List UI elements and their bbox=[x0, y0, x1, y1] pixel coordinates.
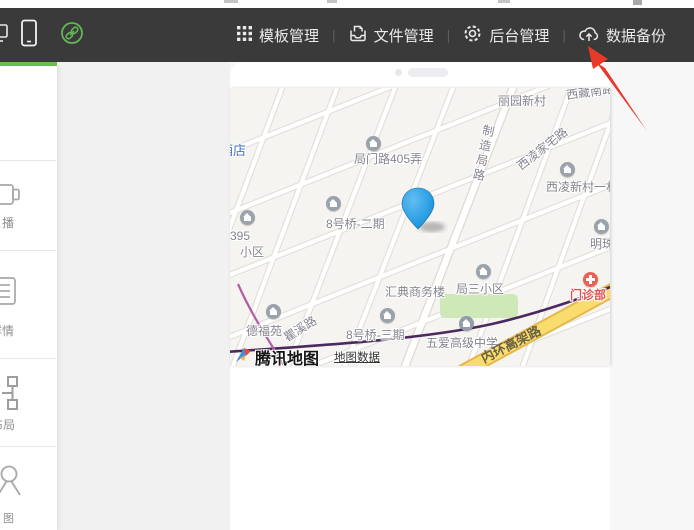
monitor-icon[interactable] bbox=[0, 22, 8, 49]
toolbar-menu: 模板管理 | 文件管理 | bbox=[237, 8, 666, 62]
map-label: 8号桥-三期 bbox=[346, 326, 405, 343]
menu-item-backend-management[interactable]: 后台管理 bbox=[463, 24, 549, 47]
sidebar-item-map[interactable]: 图 bbox=[0, 446, 56, 530]
building-icon bbox=[266, 304, 281, 319]
map-pin-icon bbox=[0, 464, 24, 503]
phone-preview: 丽园新村 西藏南路 酒店 局门路405弄 制造局路 西凌家宅路 西凌新村一村 明… bbox=[230, 62, 610, 530]
building-icon bbox=[380, 308, 395, 323]
building-icon bbox=[326, 196, 341, 211]
map-label: 丽园新村 bbox=[498, 92, 546, 109]
sidebar-item-label: 图 bbox=[3, 510, 14, 526]
browser-strip bbox=[0, 0, 694, 8]
tencent-maps-logo-icon[interactable] bbox=[234, 345, 253, 366]
menu-item-label: 后台管理 bbox=[489, 25, 549, 46]
file-tray-icon bbox=[349, 25, 367, 46]
park-area bbox=[440, 294, 518, 318]
link-icon[interactable] bbox=[60, 21, 84, 50]
document-icon bbox=[0, 276, 17, 311]
device-toggle-group bbox=[0, 8, 84, 62]
layout-icon bbox=[0, 376, 24, 415]
building-icon bbox=[594, 219, 609, 234]
menu-item-label: 模板管理 bbox=[259, 25, 319, 46]
speaker-pill-icon bbox=[408, 68, 448, 77]
menu-item-file-management[interactable]: 文件管理 bbox=[349, 25, 434, 46]
sidebar-item-label: 布局 bbox=[0, 416, 15, 433]
building-icon bbox=[560, 162, 575, 177]
map-label: 汇典商务楼 bbox=[385, 283, 445, 300]
map-marker-pin bbox=[399, 186, 455, 241]
map-label: 酒店 bbox=[230, 140, 246, 159]
map-widget[interactable]: 丽园新村 西藏南路 酒店 局门路405弄 制造局路 西凌家宅路 西凌新村一村 明… bbox=[230, 88, 610, 366]
sidebar-item-label: 详情 bbox=[0, 322, 14, 339]
map-label: 8号桥-二期 bbox=[326, 215, 385, 232]
clinic-icon bbox=[583, 272, 598, 287]
camera-icon bbox=[0, 182, 22, 213]
building-icon bbox=[476, 264, 491, 279]
menu-item-label: 数据备份 bbox=[606, 25, 666, 46]
sidebar-item-label: 播 bbox=[2, 214, 14, 231]
sidebar-item-detail[interactable]: 详情 bbox=[0, 250, 56, 358]
canvas-gap bbox=[57, 62, 230, 530]
sidebar-item-layout[interactable]: 布局 bbox=[0, 358, 56, 446]
map-label: 局三小区 bbox=[456, 280, 504, 297]
building-icon bbox=[240, 210, 255, 225]
menu-separator: | bbox=[562, 27, 566, 43]
browser-chrome-fragment bbox=[633, 0, 642, 5]
building-icon bbox=[366, 136, 381, 151]
map-label: 德福苑 bbox=[246, 322, 282, 339]
sidebar: 播 详情 布局 bbox=[0, 66, 58, 530]
camera-dot-icon bbox=[395, 69, 402, 76]
gear-icon bbox=[463, 24, 482, 47]
smartphone-icon[interactable] bbox=[20, 19, 38, 52]
map-label: 局门路405弄 bbox=[354, 150, 422, 167]
map-provider-brand[interactable]: 腾讯地图 bbox=[255, 345, 319, 366]
browser-chrome-fragment bbox=[498, 0, 510, 3]
browser-chrome-fragment bbox=[327, 0, 337, 3]
map-label: 局门路395 bbox=[230, 227, 250, 244]
menu-item-data-backup[interactable]: 数据备份 bbox=[579, 25, 666, 46]
map-label: 门诊部 bbox=[570, 286, 606, 303]
top-toolbar: 模板管理 | 文件管理 | bbox=[0, 8, 694, 62]
menu-separator: | bbox=[447, 27, 451, 43]
grid-icon bbox=[237, 26, 252, 45]
map-data-link[interactable]: 地图数据 bbox=[334, 349, 380, 365]
map-label: 明珠家 bbox=[590, 235, 610, 252]
map-label: 小区 bbox=[240, 243, 264, 260]
sidebar-item-carousel[interactable]: 播 bbox=[0, 160, 56, 250]
menu-item-template-management[interactable]: 模板管理 bbox=[237, 25, 319, 46]
browser-chrome-fragment bbox=[224, 0, 238, 3]
menu-separator: | bbox=[332, 27, 336, 43]
school-icon bbox=[459, 316, 474, 331]
menu-item-label: 文件管理 bbox=[374, 25, 434, 46]
cloud-upload-icon bbox=[579, 25, 599, 46]
map-label: 西凌新村一村 bbox=[546, 178, 610, 195]
app-root: { "toolbar": { "left_icons": ["monitor-i… bbox=[0, 0, 694, 530]
